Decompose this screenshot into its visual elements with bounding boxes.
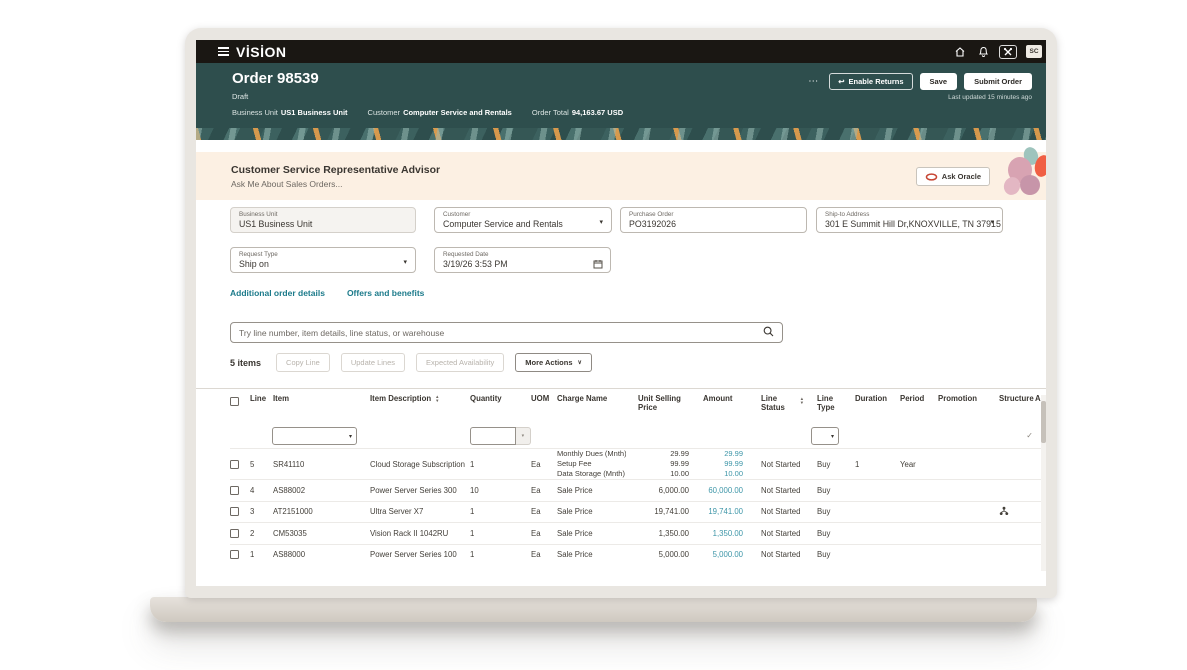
quantity-filter-input[interactable] — [470, 427, 516, 445]
structure-icon[interactable] — [985, 506, 1035, 518]
enable-returns-button[interactable]: ↩ Enable Returns — [829, 73, 912, 90]
table-scrollbar[interactable] — [1041, 395, 1046, 571]
search-icon[interactable] — [763, 324, 774, 342]
more-actions-button[interactable]: More Actions ∨ — [515, 353, 592, 372]
submit-order-button[interactable]: Submit Order — [964, 73, 1032, 90]
ask-oracle-button[interactable]: Ask Oracle — [916, 167, 990, 186]
save-button[interactable]: Save — [920, 73, 958, 90]
additional-order-details-link[interactable]: Additional order details — [230, 288, 325, 298]
table-row[interactable]: 5 SR41110 Cloud Storage Subscription 1 E… — [230, 448, 1046, 479]
col-structure: Structure — [985, 394, 1035, 403]
select-all-checkbox[interactable] — [230, 397, 239, 406]
table-row[interactable]: 3 AT2151000 Ultra Server X7 1 Ea Sale Pr… — [230, 501, 1046, 523]
laptop-base — [150, 597, 1037, 622]
order-lines-table: Line Item Item Description▴▾ Quantity UO… — [196, 388, 1046, 565]
col-line-status[interactable]: Line Status▴▾ — [747, 394, 795, 412]
update-lines-button[interactable]: Update Lines — [341, 353, 405, 372]
order-header: Order 98539 Draft Business UnitUS1 Busin… — [196, 63, 1046, 128]
chevron-down-icon: ▾ — [599, 218, 603, 226]
col-quantity: Quantity — [470, 394, 531, 403]
calendar-icon[interactable] — [593, 256, 603, 273]
table-header-row: Line Item Item Description▴▾ Quantity UO… — [230, 388, 1046, 423]
table-row[interactable]: 4 AS88002 Power Server Series 300 10 Ea … — [230, 479, 1046, 501]
order-total-summary: Order Total94,163.67 USD — [532, 108, 623, 117]
table-filter-row: ▾ ▾ ▾ ✓ — [230, 423, 1046, 448]
col-duration: Duration — [855, 394, 900, 403]
row-checkbox[interactable] — [230, 529, 239, 538]
col-period: Period — [900, 394, 938, 403]
line-type-filter-select[interactable]: ▾ — [811, 427, 839, 445]
amount-link[interactable]: 1,350.00 — [693, 529, 747, 538]
item-filter-select[interactable]: ▾ — [272, 427, 357, 445]
search-input[interactable] — [239, 328, 763, 338]
topbar: VİSİON SC — [196, 40, 1046, 63]
decorative-pattern-strip — [196, 128, 1046, 140]
tools-icon[interactable] — [999, 45, 1017, 59]
app-screen: VİSİON SC Order 98539 Draft Business Uni… — [196, 40, 1046, 586]
quantity-stepper[interactable]: ▾ — [516, 427, 531, 445]
offers-and-benefits-link[interactable]: Offers and benefits — [347, 288, 424, 298]
advisor-subtitle: Ask Me About Sales Orders... — [231, 179, 343, 189]
col-line: Line — [250, 394, 273, 403]
chevron-down-icon: ∨ — [578, 359, 582, 366]
amount-link[interactable]: 5,000.00 — [693, 550, 747, 559]
apply-check-icon[interactable]: ✓ — [985, 431, 1035, 440]
return-arrow-icon: ↩ — [838, 77, 844, 86]
notifications-bell-icon[interactable] — [976, 45, 990, 59]
amount-link[interactable]: 29.9999.9910.00 — [693, 449, 747, 479]
amount-link[interactable]: 19,741.00 — [693, 507, 747, 516]
chevron-down-icon: ▾ — [990, 218, 994, 226]
user-avatar[interactable]: SC — [1026, 45, 1042, 58]
col-item: Item — [273, 394, 370, 403]
last-updated-text: Last updated 15 minutes ago — [948, 94, 1032, 101]
status-badge: Draft — [232, 92, 248, 101]
col-unit-selling-price: Unit Selling Price — [626, 394, 684, 412]
col-item-description[interactable]: Item Description▴▾ — [370, 394, 470, 403]
items-toolbar: 5 items Copy Line Update Lines Expected … — [230, 353, 592, 372]
items-count: 5 items — [230, 358, 261, 368]
request-type-select[interactable]: Request TypeShip on ▾ — [230, 247, 416, 273]
col-uom: UOM — [531, 394, 557, 403]
business-unit-field: Business UnitUS1 Business Unit — [230, 207, 416, 233]
flower-illustration — [1002, 147, 1046, 205]
vision-logo: VİSİON — [236, 44, 286, 60]
oracle-logo-icon — [925, 173, 938, 181]
row-checkbox[interactable] — [230, 486, 239, 495]
col-amount: Amount — [693, 394, 747, 403]
row-checkbox[interactable] — [230, 550, 239, 559]
ship-to-address-select[interactable]: Ship-to Address301 E Summit Hill Dr,KNOX… — [816, 207, 1003, 233]
sort-icon: ▴▾ — [801, 397, 803, 404]
table-row[interactable]: 2 CM53035 Vision Rack II 1042RU 1 Ea Sal… — [230, 522, 1046, 544]
order-links: Additional order details Offers and bene… — [230, 288, 424, 298]
row-checkbox[interactable] — [230, 507, 239, 516]
customer-select[interactable]: CustomerComputer Service and Rentals ▾ — [434, 207, 612, 233]
page-title: Order 98539 — [232, 70, 319, 87]
amount-link[interactable]: 60,000.00 — [693, 486, 747, 495]
business-unit-summary: Business UnitUS1 Business Unit — [232, 108, 348, 117]
col-line-type: Line Type — [811, 394, 845, 412]
home-icon[interactable] — [953, 45, 967, 59]
sort-icon: ▴▾ — [436, 395, 438, 402]
order-summary-info: Business UnitUS1 Business Unit CustomerC… — [232, 108, 623, 117]
col-charge-name: Charge Name — [557, 394, 626, 403]
chevron-down-icon: ▾ — [403, 258, 407, 266]
line-search-bar[interactable] — [230, 322, 783, 343]
copy-line-button[interactable]: Copy Line — [276, 353, 330, 372]
table-row[interactable]: 1 AS88000 Power Server Series 100 1 Ea S… — [230, 544, 1046, 566]
more-options-icon[interactable]: ⋯ — [808, 76, 819, 87]
advisor-title: Customer Service Representative Advisor — [231, 164, 440, 176]
col-promotion: Promotion — [938, 394, 985, 403]
advisor-banner: Customer Service Representative Advisor … — [196, 152, 1046, 200]
purchase-order-field[interactable]: Purchase OrderPO3192026 — [620, 207, 807, 233]
hamburger-menu-icon[interactable] — [218, 47, 229, 56]
customer-summary: CustomerComputer Service and Rentals — [368, 108, 512, 117]
expected-availability-button[interactable]: Expected Availability — [416, 353, 504, 372]
row-checkbox[interactable] — [230, 460, 239, 469]
requested-date-field[interactable]: Requested Date3/19/26 3:53 PM — [434, 247, 611, 273]
